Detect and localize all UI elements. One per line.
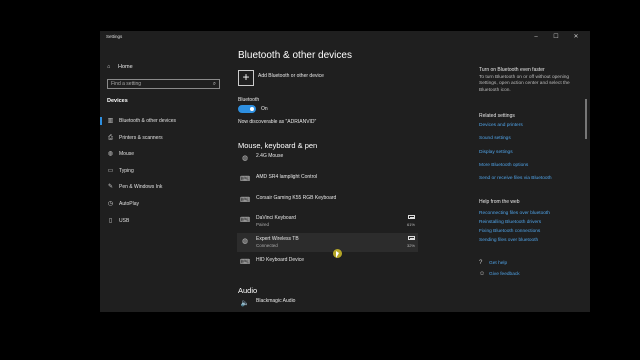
sidebar-item-autoplay[interactable]: ◷ AutoPlay (100, 197, 227, 211)
sidebar-item-mouse[interactable]: ◍ Mouse (100, 147, 227, 161)
page-title: Bluetooth & other devices (238, 50, 352, 61)
sidebar-item-label: Printers & scanners (119, 135, 163, 141)
link-devices-printers[interactable]: Devices and printers (479, 123, 523, 128)
autoplay-icon: ◷ (107, 201, 114, 207)
sidebar-item-label: Mouse (119, 151, 135, 157)
device-status: Paired (256, 222, 270, 227)
sidebar-item-label: USB (119, 218, 130, 224)
section-mouse-keyboard-pen: Mouse, keyboard & pen (238, 141, 318, 150)
battery-percent: 61% (406, 222, 415, 227)
discoverable-text: Now discoverable as "ADRIANVID" (238, 119, 317, 125)
printer-icon: ⎙ (108, 135, 113, 141)
help-link[interactable]: Reconnecting files over bluetooth (479, 211, 550, 216)
mouse-icon: ◍ (107, 151, 114, 157)
plus-icon: + (242, 70, 250, 84)
title-bar: Settings – ☐ ✕ (100, 31, 590, 43)
device-item[interactable]: ⌨ HID Keyboard Device (237, 254, 418, 273)
bluetooth-label: Bluetooth (238, 97, 260, 103)
keyboard-icon: ⌨ (239, 176, 251, 183)
device-item[interactable]: ⌨ DaVinci Keyboard Paired 61% (237, 212, 418, 231)
feedback-icon: ☺ (479, 271, 486, 277)
keyboard-icon: ⌨ (239, 217, 251, 224)
give-feedback-link[interactable]: ☺ Give feedback (479, 271, 520, 277)
get-help-label: Get help (489, 261, 508, 266)
sidebar-item-label: AutoPlay (119, 201, 140, 207)
mouse-icon: ◍ (241, 238, 249, 245)
keyboard-icon: ⌨ (239, 197, 251, 204)
add-device-button[interactable]: + (238, 70, 254, 86)
device-item[interactable]: ◍ 2.4G Mouse (237, 150, 418, 169)
sidebar-item-typing[interactable]: ▭ Typing (100, 164, 227, 178)
device-item[interactable]: ⌨ Corsair Gaming K55 RGB Keyboard (237, 192, 418, 211)
window-title: Settings (106, 34, 123, 39)
device-name: Expert Wireless TB (256, 236, 299, 242)
help-link[interactable]: Reinstalling Bluetooth drivers (479, 220, 541, 225)
sidebar-item-usb[interactable]: ▯ USB (100, 214, 227, 228)
device-name: Corsair Gaming K55 RGB Keyboard (256, 195, 337, 201)
device-status: Connected (256, 243, 278, 248)
mouse-cursor-icon (333, 249, 342, 258)
keyboard-icon: ▭ (107, 168, 114, 174)
help-link[interactable]: Sending files over bluetooth (479, 238, 538, 243)
sidebar-item-label: Typing (119, 168, 134, 174)
home-icon: ⌂ (107, 64, 111, 70)
section-audio: Audio (238, 286, 258, 295)
add-device-label[interactable]: Add Bluetooth or other device (258, 73, 324, 79)
link-display-settings[interactable]: Display settings (479, 150, 513, 155)
main-content: Bluetooth & other devices + Add Bluetoot… (237, 43, 467, 312)
search-input[interactable]: Find a setting ⌕ (107, 79, 220, 89)
battery-icon (408, 236, 415, 240)
sidebar-item-bluetooth[interactable]: ▥ Bluetooth & other devices (100, 114, 227, 128)
keyboard-icon: ⌨ (239, 259, 251, 266)
device-item[interactable]: ⌨ AMD SR4 lamplight Control (237, 171, 418, 190)
faster-title: Turn on Bluetooth even faster (479, 67, 545, 73)
battery-icon (408, 215, 415, 219)
sidebar-item-pen[interactable]: ✎ Pen & Windows Ink (100, 180, 227, 194)
right-panel: Turn on Bluetooth even faster To turn Bl… (478, 43, 588, 312)
sidebar-item-label: Pen & Windows Ink (119, 184, 163, 190)
home-nav[interactable]: ⌂ Home (107, 64, 133, 70)
close-button[interactable]: ✕ (570, 33, 582, 41)
mouse-icon: ◍ (241, 155, 249, 162)
faster-text: To turn Bluetooth on or off without open… (479, 75, 570, 93)
device-name: HID Keyboard Device (256, 257, 305, 263)
battery-percent: 32% (406, 243, 415, 248)
scrollbar[interactable] (585, 99, 587, 139)
settings-window: Settings – ☐ ✕ ⌂ Home Find a setting ⌕ De… (100, 31, 590, 312)
sidebar-item-label: Bluetooth & other devices (119, 118, 176, 124)
bluetooth-toggle[interactable] (238, 105, 256, 113)
link-sound-settings[interactable]: Sound settings (479, 136, 511, 141)
help-icon: ? (479, 260, 483, 266)
home-label: Home (118, 64, 133, 70)
device-name: 2.4G Mouse (256, 153, 284, 159)
pen-icon: ✎ (107, 184, 114, 190)
related-title: Related settings (479, 113, 515, 119)
search-placeholder: Find a setting (111, 81, 142, 87)
help-link[interactable]: Fixing Bluetooth connections (479, 229, 540, 234)
device-name: AMD SR4 lamplight Control (256, 174, 318, 180)
link-more-bluetooth[interactable]: More Bluetooth options (479, 163, 528, 168)
device-name: DaVinci Keyboard (256, 215, 296, 221)
minimize-button[interactable]: – (530, 33, 542, 41)
device-name: Blackmagic Audio (256, 298, 296, 304)
audio-device-item[interactable]: 🔈 Blackmagic Audio (237, 295, 418, 314)
sidebar-section-devices: Devices (107, 98, 128, 104)
usb-icon: ▯ (108, 218, 113, 224)
link-send-receive[interactable]: Send or receive files via Bluetooth (479, 176, 552, 181)
get-help-link[interactable]: ? Get help (479, 260, 507, 266)
help-title: Help from the web (479, 199, 520, 205)
sidebar: ⌂ Home Find a setting ⌕ Devices ▥ Bluetoo… (100, 43, 227, 312)
device-item-selected[interactable]: ◍ Expert Wireless TB Connected 32% (237, 233, 418, 252)
bluetooth-toggle-state: On (261, 106, 268, 112)
give-feedback-label: Give feedback (489, 272, 520, 277)
sidebar-item-printers[interactable]: ⎙ Printers & scanners (100, 131, 227, 145)
search-icon: ⌕ (212, 81, 216, 87)
speaker-icon: 🔈 (240, 300, 250, 307)
bluetooth-devices-icon: ▥ (107, 118, 114, 124)
maximize-button[interactable]: ☐ (550, 33, 562, 41)
